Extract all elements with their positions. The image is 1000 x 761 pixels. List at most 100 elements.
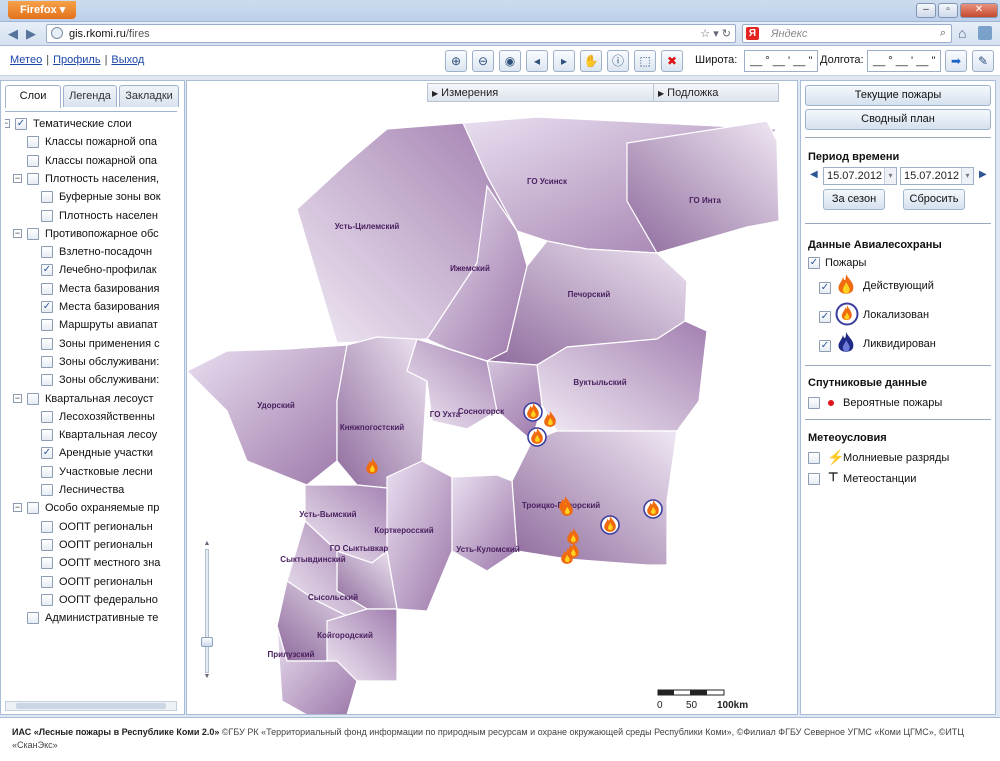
map-region[interactable] <box>386 460 453 612</box>
layer-checkbox[interactable] <box>41 191 53 204</box>
layer-tree-item[interactable]: − Противопожарное обс <box>5 226 177 244</box>
select-area-icon[interactable]: ⬚ <box>634 50 656 72</box>
layer-tree-item[interactable]: − Особо охраняемые пр <box>5 500 177 518</box>
zoom-down-icon[interactable]: ▼ <box>202 673 212 681</box>
map-region[interactable] <box>626 120 780 254</box>
map-region[interactable] <box>511 430 678 566</box>
date-to-input[interactable]: 15.07.2012 ▾ <box>900 167 974 185</box>
tab-layers[interactable]: Слои <box>5 85 61 108</box>
layer-checkbox[interactable] <box>27 612 39 625</box>
layer-tree-item[interactable]: Классы пожарной опа <box>5 134 177 152</box>
layer-tree-item[interactable]: ООПТ местного зна <box>5 555 177 573</box>
zoom-up-icon[interactable]: ▲ <box>202 540 212 548</box>
maximize-button[interactable]: ▫ <box>938 3 958 18</box>
map-region[interactable] <box>451 474 518 572</box>
layer-tree-item[interactable]: −✓ Тематические слои <box>5 116 177 134</box>
zoom-next-icon[interactable]: ▸ <box>553 50 575 72</box>
layer-checkbox[interactable]: ✓ <box>41 264 53 277</box>
address-bar[interactable]: gis.rkomi.ru/fires ☆ ▾ ↻ <box>46 24 736 43</box>
fire-localized-marker-icon[interactable] <box>523 402 543 422</box>
collapse-toggle-icon[interactable]: − <box>13 228 22 238</box>
search-box[interactable]: Я Яндекс ⌕ <box>742 24 952 43</box>
pan-hand-icon[interactable]: ✋ <box>580 50 602 72</box>
dropdown-icon[interactable]: ▾ <box>961 168 973 184</box>
layer-checkbox[interactable] <box>41 209 53 222</box>
map-region[interactable] <box>187 344 348 486</box>
fire-localized-marker-icon[interactable] <box>643 499 663 519</box>
fires-checkbox[interactable]: ✓ <box>808 257 820 269</box>
zoom-knob[interactable] <box>201 637 213 647</box>
current-fires-button[interactable]: Текущие пожары <box>805 85 991 106</box>
layer-tree-item[interactable]: Места базирования <box>5 281 177 299</box>
layer-checkbox[interactable] <box>27 172 39 185</box>
layer-checkbox[interactable] <box>41 465 53 478</box>
minimize-button[interactable]: – <box>916 3 936 18</box>
layer-tree-item[interactable]: Маршруты авиапат <box>5 317 177 335</box>
layer-checkbox[interactable] <box>41 355 53 368</box>
layer-checkbox[interactable] <box>27 392 39 405</box>
back-arrow-icon[interactable]: ◀ <box>8 26 18 42</box>
layer-tree-item[interactable]: Участковые лесни <box>5 464 177 482</box>
layer-checkbox[interactable] <box>27 227 39 240</box>
go-to-coords-icon[interactable]: ➡ <box>945 50 967 72</box>
layer-checkbox[interactable] <box>27 154 39 167</box>
layer-tree-item[interactable]: − Квартальная лесоуст <box>5 391 177 409</box>
globe-full-extent-icon[interactable]: ◉ <box>499 50 521 72</box>
layer-tree-item[interactable]: ✓ Арендные участки <box>5 445 177 463</box>
fire-active-checkbox[interactable]: ✓ <box>819 282 831 294</box>
clear-icon[interactable]: ✖ <box>661 50 683 72</box>
link-profile[interactable]: Профиль <box>53 54 101 66</box>
layer-checkbox[interactable] <box>41 538 53 551</box>
layer-tree-item[interactable]: − Плотность населения, <box>5 171 177 189</box>
tab-legend[interactable]: Легенда <box>63 85 117 107</box>
zoom-rail[interactable] <box>205 549 209 673</box>
layer-tree-item[interactable]: ООПТ региональн <box>5 519 177 537</box>
layer-tree-item[interactable]: ✓ Места базирования <box>5 299 177 317</box>
tab-bookmarks[interactable]: Закладки <box>119 85 179 107</box>
measure-bar[interactable]: ▶ Измерения <box>427 83 655 102</box>
layer-tree-item[interactable]: Буферные зоны вок <box>5 189 177 207</box>
season-button[interactable]: За сезон <box>823 189 885 210</box>
layer-tree-item[interactable]: Административные те <box>5 610 177 628</box>
layer-tree-item[interactable]: Зоны обслуживани: <box>5 372 177 390</box>
forward-arrow-icon[interactable]: ▶ <box>26 26 36 42</box>
layer-tree-item[interactable]: Классы пожарной опа <box>5 153 177 171</box>
dropdown-icon[interactable]: ▾ <box>884 168 896 184</box>
fire-liquidated-checkbox[interactable]: ✓ <box>819 340 831 352</box>
info-icon[interactable]: ⓘ <box>607 50 629 72</box>
layer-checkbox[interactable] <box>27 502 39 515</box>
lon-input[interactable]: __ ° __ ' __ " <box>867 50 941 72</box>
fire-localized-marker-icon[interactable] <box>527 427 547 447</box>
date-from-input[interactable]: 15.07.2012 ▾ <box>823 167 897 185</box>
collapse-toggle-icon[interactable]: − <box>13 173 22 183</box>
layer-checkbox[interactable]: ✓ <box>41 447 53 460</box>
layer-tree-item[interactable]: Квартальная лесоу <box>5 427 177 445</box>
layer-checkbox[interactable] <box>41 484 53 496</box>
layer-checkbox[interactable] <box>41 319 53 332</box>
layer-checkbox[interactable] <box>41 337 53 350</box>
prev-date-icon[interactable]: ◀ <box>810 169 818 180</box>
basemap-bar[interactable]: ▶ Подложка <box>653 83 779 102</box>
layer-checkbox[interactable] <box>41 429 53 442</box>
reload-icon[interactable]: ☆ ▾ ↻ <box>700 27 731 40</box>
eraser-icon[interactable]: ✎ <box>972 50 994 72</box>
layer-checkbox[interactable] <box>41 374 53 387</box>
layer-checkbox[interactable] <box>41 593 53 606</box>
addon-icon[interactable] <box>978 26 992 40</box>
lat-input[interactable]: __ ° __ ' __ " <box>744 50 818 72</box>
map-area[interactable]: ГО Усинск ГО Инта Усть-Цилемский Ижемский Пе… <box>186 80 798 715</box>
layer-checkbox[interactable] <box>41 520 53 533</box>
zoom-previous-icon[interactable]: ◂ <box>526 50 548 72</box>
link-logout[interactable]: Выход <box>111 54 144 66</box>
layer-tree-item[interactable]: ООПТ региональн <box>5 537 177 555</box>
layer-checkbox[interactable]: ✓ <box>15 118 27 130</box>
layer-checkbox[interactable] <box>41 557 53 570</box>
zoom-slider[interactable]: ▲ ▼ <box>201 540 213 681</box>
zoom-in-icon[interactable]: ⊕ <box>445 50 467 72</box>
layer-checkbox[interactable] <box>41 246 53 259</box>
scroll-thumb[interactable] <box>16 703 166 709</box>
fire-localized-checkbox[interactable]: ✓ <box>819 311 831 323</box>
layer-checkbox[interactable] <box>27 136 39 149</box>
search-icon[interactable]: ⌕ <box>940 27 946 40</box>
home-icon[interactable]: ⌂ <box>958 25 966 41</box>
